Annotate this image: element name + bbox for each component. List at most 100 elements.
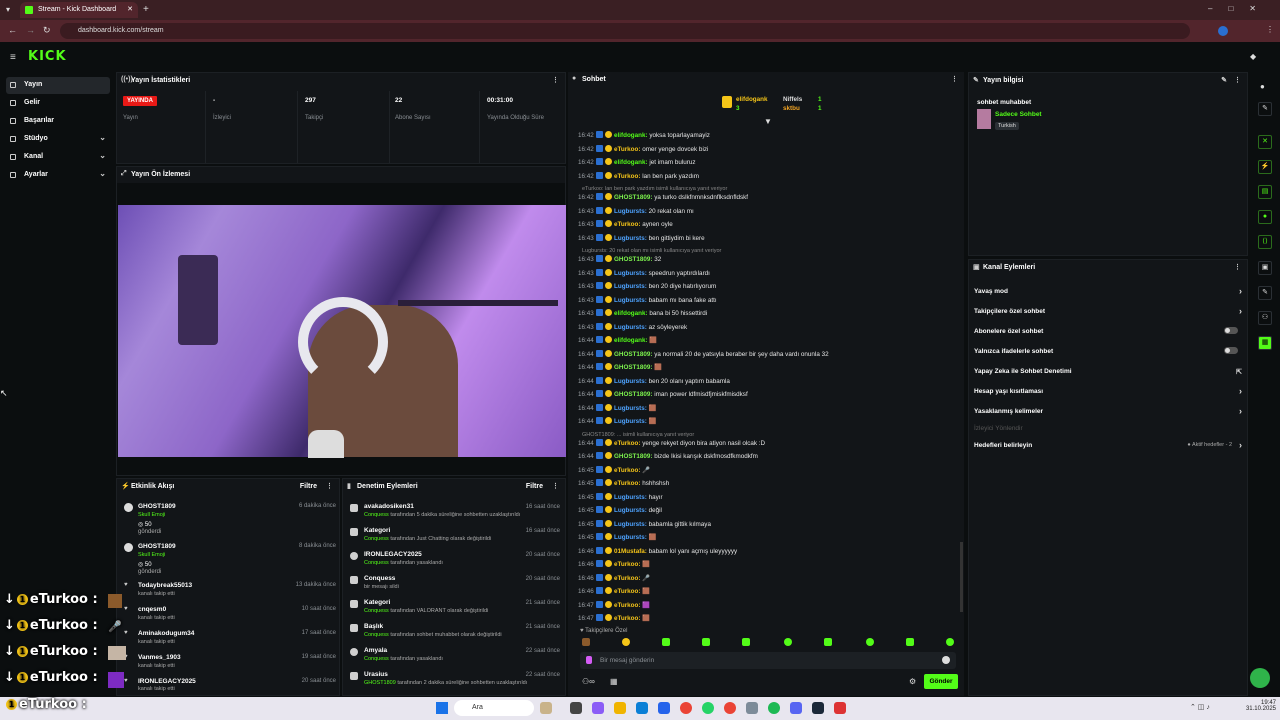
doc-tool-icon[interactable]: ▤ <box>1258 185 1272 199</box>
taskbar-clock[interactable]: 19:47 31.10.2025 <box>1240 700 1276 712</box>
chat-calendar-icon[interactable]: ▦ <box>610 677 618 686</box>
slow-mode-action[interactable]: Yavaş mod › <box>968 286 1248 308</box>
taskbar-chrome-icon[interactable] <box>680 702 692 714</box>
mod-target[interactable]: Başlık <box>364 623 383 630</box>
message-username[interactable]: eTurkoo <box>614 588 638 595</box>
emote-icon[interactable] <box>906 638 914 646</box>
pinned-user[interactable]: elifdogank <box>736 96 768 103</box>
window-controls[interactable]: –□✕ <box>1208 4 1278 13</box>
taskbar-discord-icon[interactable] <box>790 702 802 714</box>
message-username[interactable]: elifdogank <box>614 310 646 317</box>
activity-name[interactable]: cnqesm0 <box>138 606 166 613</box>
message-username[interactable]: Lugbursts <box>614 418 645 425</box>
emote-icon[interactable] <box>582 638 590 646</box>
message-username[interactable]: elifdogank <box>614 159 646 166</box>
message-username[interactable]: elifdogank <box>614 337 646 344</box>
browser-tab[interactable]: Stream - Kick Dashboard ✕ <box>20 2 138 18</box>
browser-menu-dots-icon[interactable]: ⋮ <box>1266 25 1274 34</box>
message-username[interactable]: eTurkoo <box>614 480 638 487</box>
mod-target[interactable]: IRONLEGACY2025 <box>364 551 422 558</box>
activity-name[interactable]: Aminakodugum34 <box>138 630 194 637</box>
message-username[interactable]: eTurkoo <box>614 173 638 180</box>
hamburger-menu-icon[interactable]: ≡ <box>10 52 16 63</box>
activity-name[interactable]: Todaybreak55013 <box>138 582 192 589</box>
taskbar-app-icon[interactable] <box>540 702 552 714</box>
forward-icon[interactable]: → <box>26 25 35 35</box>
message-username[interactable]: Lugbursts <box>614 297 645 304</box>
mod-target[interactable]: Urasius <box>364 671 388 678</box>
message-username[interactable]: eTurkoo <box>614 467 638 474</box>
message-username[interactable]: eTurkoo <box>614 575 638 582</box>
reload-icon[interactable]: ↻ <box>43 25 51 36</box>
message-username[interactable]: Lugbursts <box>614 534 645 541</box>
emote-only-toggle[interactable] <box>1224 347 1238 354</box>
help-icon[interactable]: ◆ <box>1250 52 1256 61</box>
filter-button[interactable]: Filtre <box>300 483 317 490</box>
green-tool-icon[interactable]: ▦ <box>1258 336 1272 350</box>
more-options-icon[interactable]: ⋮ <box>1234 76 1241 84</box>
chat-users-icon[interactable]: ⚇∞ <box>582 677 595 686</box>
emote-icon[interactable] <box>824 638 832 646</box>
windows-start-icon[interactable] <box>436 702 448 714</box>
emote-icon[interactable] <box>784 638 792 646</box>
more-options-icon[interactable]: ⋮ <box>1234 263 1241 271</box>
activity-name[interactable]: GHOST1809 <box>138 543 176 550</box>
mod-target[interactable]: Amyala <box>364 647 387 654</box>
activity-name[interactable]: IRONLEGACY2025 <box>138 678 196 685</box>
taskbar-edge-icon[interactable] <box>636 702 648 714</box>
message-username[interactable]: GHOST1809 <box>614 453 650 460</box>
broadcast-tool-icon[interactable]: ⟨⟩ <box>1258 235 1272 249</box>
emote-only-action[interactable]: Yalnızca ifadelerle sohbet <box>968 347 1248 368</box>
message-username[interactable]: Lugbursts <box>614 270 645 277</box>
goals-action[interactable]: Hedefleri belirleyin ● Aktif hedefler - 2… <box>968 440 1248 462</box>
message-username[interactable]: Lugbursts <box>614 283 645 290</box>
sidebar-item-kanal[interactable]: Kanal ⌄ <box>6 149 110 166</box>
message-username[interactable]: GHOST1809 <box>614 256 650 263</box>
sidebar-item-yayin[interactable]: Yayın <box>6 77 110 94</box>
new-tab-button[interactable]: + <box>143 4 149 15</box>
sidebar-item-basarilar[interactable]: Başarılar <box>6 113 110 130</box>
more-options-icon[interactable]: ⋮ <box>951 75 958 83</box>
pinned-user[interactable]: sktbu <box>783 105 800 112</box>
message-username[interactable]: Lugbursts <box>614 405 645 412</box>
chat-tool-icon[interactable]: ● <box>1258 210 1272 224</box>
emote-icon[interactable] <box>742 638 750 646</box>
message-username[interactable]: Lugbursts <box>614 507 645 514</box>
expand-pinned-icon[interactable]: ▼ <box>764 117 772 126</box>
pinned-user[interactable]: Niffels <box>783 96 802 103</box>
message-username[interactable]: eTurkoo <box>614 146 638 153</box>
send-button[interactable]: Gönder <box>924 674 958 689</box>
info-icon[interactable]: ● <box>1260 82 1265 91</box>
kick-logo[interactable]: KICK <box>28 49 67 64</box>
mod-target[interactable]: Conquess <box>364 575 395 582</box>
message-username[interactable]: Lugbursts <box>614 208 645 215</box>
message-username[interactable]: Lugbursts <box>614 378 645 385</box>
stream-category[interactable]: Sadece Sohbet <box>995 111 1042 118</box>
message-username[interactable]: eTurkoo <box>614 561 638 568</box>
sidebar-item-gelir[interactable]: Gelir <box>6 95 110 112</box>
followers-only-action[interactable]: Takipçilere özel sohbet › <box>968 306 1248 328</box>
browser-menu-icon[interactable]: ▾ <box>6 5 10 14</box>
system-tray-icons[interactable]: ⌃ ◫ ♪ <box>1190 703 1210 711</box>
filter-button[interactable]: Filtre <box>526 483 543 490</box>
taskbar-app-icon[interactable] <box>592 702 604 714</box>
emote-icon[interactable] <box>946 638 954 646</box>
stream-preview-video[interactable] <box>118 205 566 458</box>
subs-only-toggle[interactable] <box>1224 327 1238 334</box>
taskbar-app-icon[interactable] <box>570 702 582 714</box>
taskbar-search[interactable]: Ara <box>454 700 534 716</box>
tool-icon[interactable]: ✕ <box>1258 135 1272 149</box>
taskbar-app-icon[interactable] <box>746 702 758 714</box>
mod-tool-icon[interactable]: ⚇ <box>1258 311 1272 325</box>
emote-icon[interactable] <box>702 638 710 646</box>
activity-name[interactable]: Vanmes_1903 <box>138 654 181 661</box>
message-username[interactable]: Lugbursts <box>614 521 645 528</box>
message-username[interactable]: GHOST1809 <box>614 194 650 201</box>
back-icon[interactable]: ← <box>8 25 17 35</box>
taskbar-chrome-icon[interactable] <box>724 702 736 714</box>
edit-tool-icon[interactable]: ✎ <box>1258 102 1272 116</box>
more-options-icon[interactable]: ⋮ <box>552 482 559 490</box>
message-username[interactable]: Lugbursts <box>614 324 645 331</box>
message-username[interactable]: elifdogank <box>614 132 646 139</box>
url-input[interactable]: dashboard.kick.com/stream <box>60 23 1190 39</box>
